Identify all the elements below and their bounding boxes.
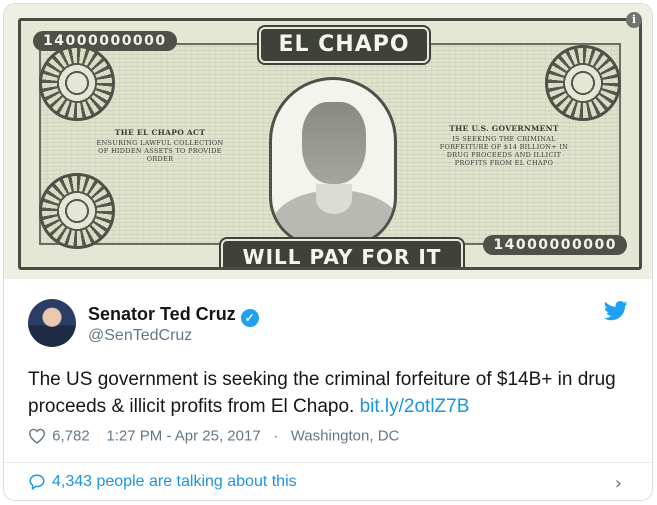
seal-right-body: IS SEEKING THE CRIMINAL FORFEITURE OF $1… xyxy=(439,135,569,167)
chevron-right-icon[interactable]: › xyxy=(615,473,622,494)
rosette-ornament-top-left xyxy=(39,45,115,121)
talking-count-label[interactable]: 4,343 people are talking about this xyxy=(52,473,297,491)
seal-left-title: THE EL CHAPO ACT xyxy=(114,128,206,137)
tweet-timestamp[interactable]: 1:27 PM - Apr 25, 2017 xyxy=(106,428,260,445)
avatar[interactable] xyxy=(28,299,76,347)
seal-text-left: THE EL CHAPO ACT ENSURING LAWFUL COLLECT… xyxy=(95,123,225,173)
author-handle[interactable]: @SenTedCruz xyxy=(88,327,192,345)
conversation-link[interactable]: 4,343 people are talking about this › xyxy=(4,463,652,500)
seal-left-body: ENSURING LAWFUL COLLECTION OF HIDDEN ASS… xyxy=(96,139,224,163)
rosette-ornament-top-right xyxy=(545,45,621,121)
like-count[interactable]: 6,782 xyxy=(52,428,90,445)
tweet-link[interactable]: bit.ly/2otlZ7B xyxy=(360,396,470,417)
serial-number-top: 14000000000 xyxy=(33,31,177,51)
rosette-ornament-bottom-left xyxy=(39,173,115,249)
twitter-bird-icon[interactable] xyxy=(604,301,628,321)
heart-icon[interactable] xyxy=(28,428,46,444)
tweet-location[interactable]: Washington, DC xyxy=(291,428,400,445)
banknote-title-banner: EL CHAPO xyxy=(259,27,429,63)
seal-text-right: THE U.S. GOVERNMENT IS SEEKING THE CRIMI… xyxy=(439,124,569,168)
portrait-oval xyxy=(269,77,397,247)
tweet-media-image[interactable]: 14000000000 EL CHAPO THE EL CHAPO ACT EN… xyxy=(4,4,652,279)
banknote-slogan-banner: WILL PAY FOR IT xyxy=(221,239,463,267)
banknote-illustration: 14000000000 EL CHAPO THE EL CHAPO ACT EN… xyxy=(18,18,642,270)
author-name[interactable]: Senator Ted Cruz xyxy=(88,304,236,324)
author-name-row[interactable]: Senator Ted Cruz ✓ xyxy=(88,304,259,327)
serial-number-bottom: 14000000000 xyxy=(483,235,627,255)
tweet-card[interactable]: 14000000000 EL CHAPO THE EL CHAPO ACT EN… xyxy=(3,3,653,501)
portrait-collar xyxy=(316,184,352,214)
tweet-meta: 6,782 1:27 PM - Apr 25, 2017 · Washingto… xyxy=(28,427,399,447)
meta-separator: · xyxy=(273,427,279,445)
info-icon[interactable]: i xyxy=(626,12,642,28)
verified-badge-icon: ✓ xyxy=(240,309,259,327)
tweet-body: The US government is seeking the crimina… xyxy=(28,369,616,417)
tweet-text: The US government is seeking the crimina… xyxy=(28,366,628,420)
seal-right-title: THE U.S. GOVERNMENT xyxy=(449,124,559,133)
portrait-head xyxy=(302,102,366,184)
tweet-author: Senator Ted Cruz ✓ @SenTedCruz xyxy=(28,299,628,347)
speech-bubble-icon xyxy=(29,474,45,491)
